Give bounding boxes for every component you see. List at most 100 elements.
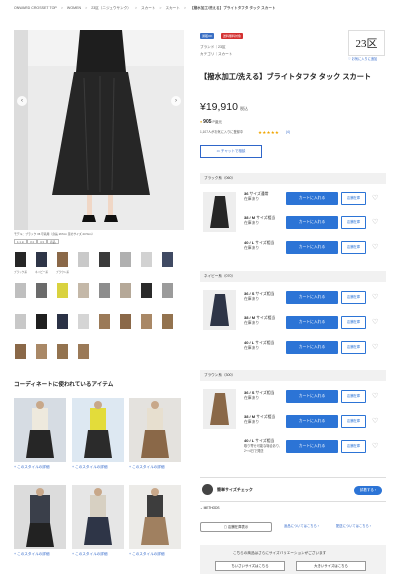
thumbnail[interactable] (140, 313, 153, 330)
coordinate-image-3[interactable] (129, 398, 181, 462)
breadcrumb-item-women[interactable]: WOMEN (67, 6, 81, 10)
favorite-heart-icon[interactable]: ♡ (372, 219, 378, 227)
thumbnail[interactable] (77, 251, 90, 268)
methods-toggle[interactable]: ⌄ METHODS (200, 506, 220, 511)
add-to-cart-button[interactable]: カートに入れる (286, 192, 338, 205)
add-to-cart-button[interactable]: カートに入れる (286, 316, 338, 329)
view-chip-3[interactable]: 4:3 (37, 239, 47, 244)
thumbnail[interactable] (35, 313, 48, 330)
coordinate-detail-link[interactable]: + このスタイルの詳細 (14, 465, 49, 470)
thumbnail-brown[interactable] (56, 251, 69, 268)
store-stock-button[interactable]: 店舗在庫 (341, 192, 366, 205)
coordinate-image-6[interactable] (129, 485, 181, 549)
brand-favorite-link[interactable]: ♡ お気に入りに追加 (348, 57, 377, 62)
favorite-heart-icon[interactable]: ♡ (372, 319, 378, 327)
thumbnail[interactable] (14, 282, 27, 299)
main-product-image[interactable] (14, 30, 184, 230)
size-info: 40 / L サイズ相当 取り寄せ可能な場合あり、2〜4日で発送 (244, 438, 283, 454)
color-swatch-navy[interactable] (203, 290, 236, 330)
favorite-heart-icon[interactable]: ♡ (372, 393, 378, 401)
color-swatch-black[interactable] (203, 192, 236, 232)
thumbnail[interactable] (35, 282, 48, 299)
view-chip-4[interactable]: 商品 (47, 239, 59, 244)
breadcrumb-item-skirt-2[interactable]: スカート (166, 6, 180, 10)
gallery-next-button[interactable]: › (171, 96, 181, 106)
gallery-prev-button[interactable]: ‹ (17, 96, 27, 106)
thumbnail[interactable] (98, 251, 111, 268)
thumbnail[interactable] (140, 282, 153, 299)
shipping-info-link[interactable]: 配送についてはこちら › (336, 524, 371, 529)
thumbnail-navy[interactable] (35, 251, 48, 268)
thumbnail[interactable] (77, 343, 90, 360)
thumbnail[interactable] (119, 313, 132, 330)
store-stock-button[interactable]: 店舗在庫 (341, 316, 366, 329)
brand-logo[interactable]: 23区 (348, 30, 385, 56)
size-info: 40 / L サイズ相当 在庫あり (244, 240, 275, 251)
thumbnail[interactable] (98, 282, 111, 299)
favorite-heart-icon[interactable]: ♡ (372, 443, 378, 451)
breadcrumb-item-top[interactable]: ONWARD CROSSET TOP (14, 6, 57, 10)
coordinate-detail-link[interactable]: + このスタイルの詳細 (72, 465, 107, 470)
thumbnail[interactable] (161, 251, 174, 268)
favorite-heart-icon[interactable]: ♡ (372, 244, 378, 252)
store-stock-button[interactable]: 店舗在庫 (341, 390, 366, 403)
coordinate-image-5[interactable] (72, 485, 124, 549)
coordinate-detail-link[interactable]: + このスタイルの詳細 (129, 465, 164, 470)
store-stock-button[interactable]: 店舗在庫 (341, 291, 366, 304)
coordinate-image-2[interactable] (72, 398, 124, 462)
add-to-cart-button[interactable]: カートに入れる (286, 216, 338, 229)
add-to-cart-button[interactable]: カートに入れる (286, 291, 338, 304)
favorite-heart-icon[interactable]: ♡ (372, 294, 378, 302)
small-size-button[interactable]: ちいさいサイズはこちら (215, 561, 285, 571)
breadcrumb-item-brand[interactable]: 23区（ニジュウサンク） (91, 6, 131, 10)
add-to-cart-button[interactable]: カートに入れる (286, 440, 338, 453)
category-label[interactable]: カテゴリ｜スカート (200, 52, 232, 56)
add-to-cart-button[interactable]: カートに入れる (286, 341, 338, 354)
thumbnail[interactable] (161, 313, 174, 330)
return-info-link[interactable]: 返品についてはこちら › (284, 524, 319, 529)
image-caption: モデル：ブラック 36 号着用（身長 167cm 足のサイズ 23.5cm） (14, 232, 95, 236)
store-stock-button[interactable]: 店舗在庫 (341, 241, 366, 254)
coordinate-image-4[interactable] (14, 485, 66, 549)
store-stock-display-button[interactable]: ▢ 店舗在庫表示 (200, 522, 272, 532)
size-info: 38 / M サイズ相当 在庫あり (244, 414, 276, 425)
thumbnail[interactable] (119, 251, 132, 268)
store-stock-button[interactable]: 店舗在庫 (341, 415, 366, 428)
size-check-button[interactable]: 試着する › (354, 486, 382, 495)
thumbnail-black[interactable] (14, 251, 27, 268)
favorite-heart-icon[interactable]: ♡ (372, 195, 378, 203)
thumbnail[interactable] (119, 282, 132, 299)
thumbnail[interactable] (14, 313, 27, 330)
view-chip-1[interactable]: 1:1 ※ (14, 239, 28, 244)
chat-button[interactable]: ▭ チャットで相談 (200, 145, 262, 158)
coordinate-detail-link[interactable]: + このスタイルの詳細 (129, 552, 164, 557)
coordinate-detail-link[interactable]: + このスタイルの詳細 (14, 552, 49, 557)
thumbnail[interactable] (56, 313, 69, 330)
breadcrumb-item-skirt[interactable]: スカート (141, 6, 155, 10)
thumbnail-label-navy: ネイビー系 (35, 271, 48, 274)
review-count[interactable]: (4) (286, 130, 290, 135)
add-to-cart-button[interactable]: カートに入れる (286, 390, 338, 403)
coordinate-detail-link[interactable]: + このスタイルの詳細 (72, 552, 107, 557)
favorite-heart-icon[interactable]: ♡ (372, 344, 378, 352)
thumbnail[interactable] (56, 282, 69, 299)
store-stock-button[interactable]: 店舗在庫 (341, 216, 366, 229)
thumbnail[interactable] (14, 343, 27, 360)
thumbnail[interactable] (161, 282, 174, 299)
thumbnail[interactable] (56, 343, 69, 360)
coordinate-image-1[interactable] (14, 398, 66, 462)
thumbnail[interactable] (140, 251, 153, 268)
thumbnail[interactable] (98, 313, 111, 330)
thumbnail[interactable] (77, 282, 90, 299)
thumbnail[interactable] (35, 343, 48, 360)
favorite-heart-icon[interactable]: ♡ (372, 418, 378, 426)
store-stock-button[interactable]: 店舗在庫 (341, 341, 366, 354)
store-stock-button[interactable]: 店舗在庫 (341, 440, 366, 453)
view-chip-2[interactable]: 3:4 (27, 239, 37, 244)
add-to-cart-button[interactable]: カートに入れる (286, 415, 338, 428)
color-swatch-brown[interactable] (203, 389, 236, 429)
brand-label[interactable]: ブランド｜23区 (200, 45, 226, 49)
add-to-cart-button[interactable]: カートに入れる (286, 241, 338, 254)
large-size-button[interactable]: 大きいサイズはこちら (296, 561, 366, 571)
thumbnail[interactable] (77, 313, 90, 330)
